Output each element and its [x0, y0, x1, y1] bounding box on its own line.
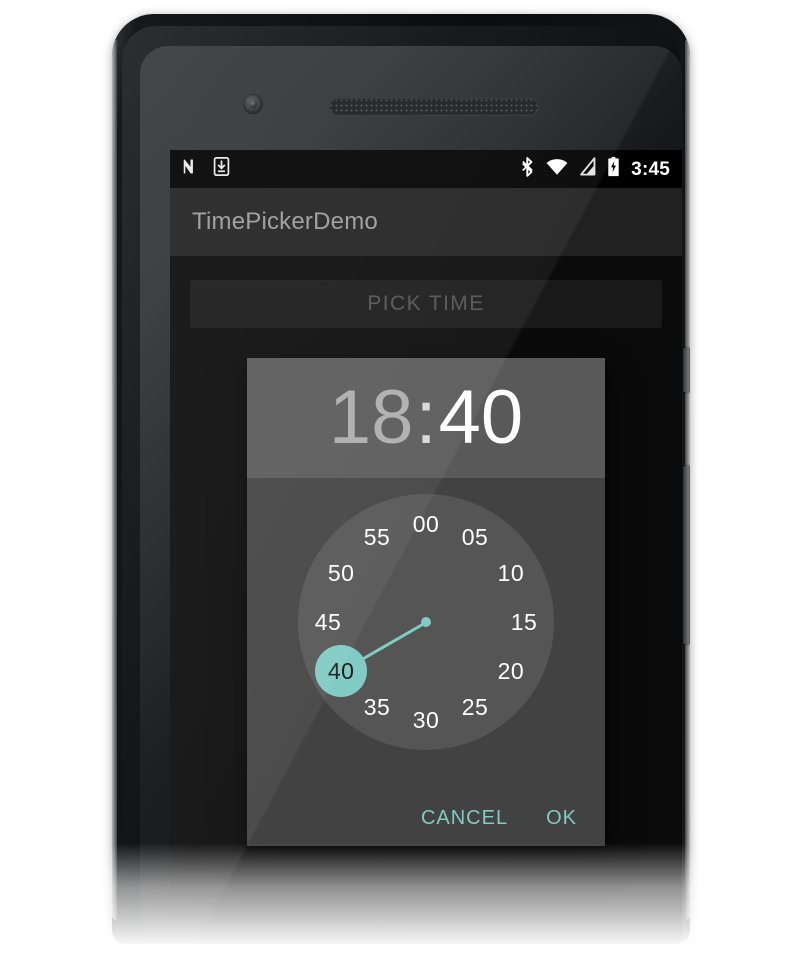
- clock-number-20[interactable]: 20: [489, 656, 533, 686]
- time-minute-field[interactable]: 40: [439, 380, 524, 456]
- signal-off-icon: [579, 157, 596, 181]
- time-hour-field[interactable]: 18: [329, 380, 414, 456]
- phone-left-rim: [112, 40, 117, 920]
- bluetooth-icon: [521, 156, 535, 182]
- time-picker-body: 00 05 10 15 20 25 30 35 40 45 50 55: [247, 478, 605, 790]
- clock-number-05[interactable]: 05: [453, 522, 497, 552]
- clock-number-00[interactable]: 00: [404, 509, 448, 539]
- app-content: PICK TIME Picked time will appear here 1…: [170, 256, 682, 920]
- time-picker-actions: CANCEL OK: [247, 790, 605, 846]
- download-icon: [213, 157, 230, 181]
- phone-screen: 3:45 TimePickerDemo PICK TIME Picked tim…: [170, 150, 682, 920]
- earpiece-speaker-grille: [329, 98, 539, 116]
- volume-rocker-button[interactable]: [683, 466, 690, 644]
- status-bar-left-icons: [182, 157, 230, 181]
- power-button[interactable]: [683, 348, 690, 392]
- status-bar-clock: 3:45: [631, 158, 670, 180]
- android-n-logo-icon: [182, 157, 201, 181]
- app-action-bar: TimePickerDemo: [170, 188, 682, 256]
- phone-device: 3:45 TimePickerDemo PICK TIME Picked tim…: [112, 14, 690, 944]
- clock-face[interactable]: 00 05 10 15 20 25 30 35 40 45 50 55: [298, 494, 554, 750]
- screenshot-stage: 3:45 TimePickerDemo PICK TIME Picked tim…: [0, 0, 800, 973]
- clock-number-50[interactable]: 50: [319, 558, 363, 588]
- android-status-bar: 3:45: [170, 150, 682, 188]
- phone-bezel: 3:45 TimePickerDemo PICK TIME Picked tim…: [122, 26, 682, 944]
- status-bar-right-icons: 3:45: [521, 156, 670, 182]
- battery-charging-icon: [607, 156, 620, 182]
- clock-number-40[interactable]: 40: [319, 656, 363, 686]
- clock-number-55[interactable]: 55: [355, 522, 399, 552]
- time-picker-header: 18 : 40: [247, 358, 605, 478]
- time-display: 18 : 40: [329, 380, 523, 456]
- page-title: TimePickerDemo: [192, 208, 378, 235]
- clock-number-10[interactable]: 10: [489, 558, 533, 588]
- wifi-icon: [546, 158, 568, 181]
- clock-number-45[interactable]: 45: [306, 607, 350, 637]
- clock-number-35[interactable]: 35: [355, 692, 399, 722]
- clock-number-30[interactable]: 30: [404, 705, 448, 735]
- front-camera-icon: [243, 94, 263, 114]
- phone-glass: 3:45 TimePickerDemo PICK TIME Picked tim…: [140, 46, 682, 944]
- time-separator: :: [415, 375, 437, 460]
- cancel-button[interactable]: CANCEL: [419, 801, 510, 836]
- clock-center-dot: [421, 617, 431, 627]
- ok-button[interactable]: OK: [544, 801, 579, 836]
- clock-number-15[interactable]: 15: [502, 607, 546, 637]
- time-picker-dialog: 18 : 40 00 05 10 15 20 25 30 35 40 45 50…: [247, 358, 605, 846]
- clock-number-25[interactable]: 25: [453, 692, 497, 722]
